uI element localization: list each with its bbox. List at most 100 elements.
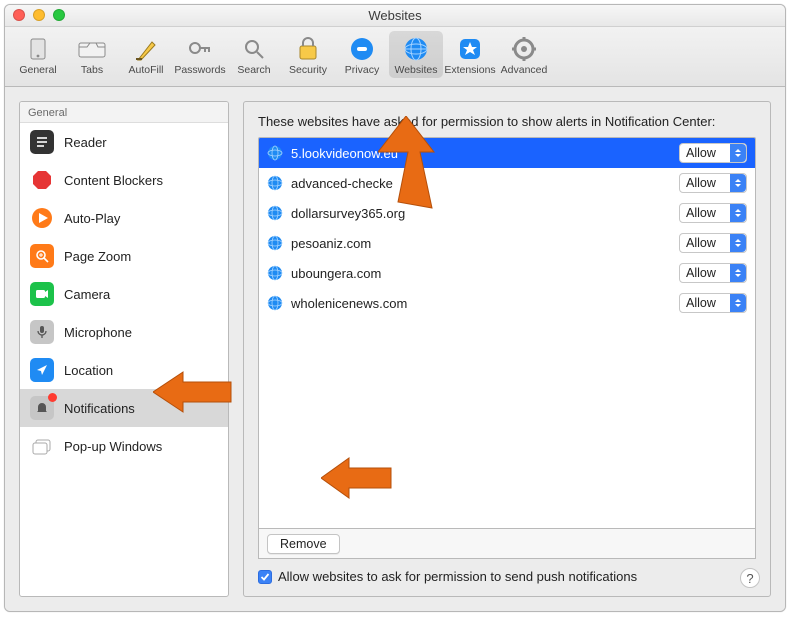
permission-select[interactable]: Allow bbox=[679, 233, 747, 253]
sidebar-group-header: General bbox=[20, 102, 228, 123]
globe-icon bbox=[267, 295, 283, 311]
tab-search[interactable]: Search bbox=[227, 31, 281, 78]
titlebar: Websites bbox=[5, 5, 785, 27]
sidebar-item-reader[interactable]: Reader bbox=[20, 123, 228, 161]
notification-badge-icon bbox=[48, 393, 57, 402]
sidebar-item-label: Pop-up Windows bbox=[64, 439, 162, 454]
dropdown-chevron-icon bbox=[730, 174, 746, 192]
allow-checkbox-label: Allow websites to ask for permission to … bbox=[278, 569, 637, 584]
sidebar-item-camera[interactable]: Camera bbox=[20, 275, 228, 313]
site-domain: 5.lookvideonow.eu bbox=[291, 146, 671, 161]
advanced-icon bbox=[509, 34, 539, 64]
tab-privacy[interactable]: Privacy bbox=[335, 31, 389, 78]
site-row[interactable]: uboungera.com Allow bbox=[259, 258, 755, 288]
panel-caption: These websites have asked for permission… bbox=[258, 114, 756, 129]
permission-select[interactable]: Allow bbox=[679, 203, 747, 223]
sidebar-item-label: Page Zoom bbox=[64, 249, 131, 264]
site-domain: advanced-checke bbox=[291, 176, 671, 191]
globe-icon bbox=[267, 145, 283, 161]
sidebar-item-notifications[interactable]: Notifications bbox=[20, 389, 228, 427]
site-domain: uboungera.com bbox=[291, 266, 671, 281]
tab-tabs[interactable]: Tabs bbox=[65, 31, 119, 78]
location-icon bbox=[30, 358, 54, 382]
reader-icon bbox=[30, 130, 54, 154]
tab-extensions[interactable]: Extensions bbox=[443, 31, 497, 78]
search-icon bbox=[239, 34, 269, 64]
tab-autofill[interactable]: AutoFill bbox=[119, 31, 173, 78]
tab-general[interactable]: General bbox=[11, 31, 65, 78]
sidebar-item-label: Microphone bbox=[64, 325, 132, 340]
site-row[interactable]: advanced-checke Allow bbox=[259, 168, 755, 198]
sidebar-item-microphone[interactable]: Microphone bbox=[20, 313, 228, 351]
permission-select[interactable]: Allow bbox=[679, 143, 747, 163]
permission-select[interactable]: Allow bbox=[679, 293, 747, 313]
notifications-icon bbox=[30, 396, 54, 420]
tab-advanced[interactable]: Advanced bbox=[497, 31, 551, 78]
site-row[interactable]: dollarsurvey365.org Allow bbox=[259, 198, 755, 228]
security-icon bbox=[293, 34, 323, 64]
tab-passwords[interactable]: Passwords bbox=[173, 31, 227, 78]
preferences-window: Websites General Tabs AutoFill bbox=[4, 4, 786, 612]
site-row[interactable]: wholenicenews.com Allow bbox=[259, 288, 755, 318]
site-domain: pesoaniz.com bbox=[291, 236, 671, 251]
sidebar: General Reader Content Blockers Auto-Pla… bbox=[19, 101, 229, 597]
window-controls bbox=[13, 9, 65, 21]
dropdown-chevron-icon bbox=[730, 264, 746, 282]
preferences-toolbar: General Tabs AutoFill Passwords bbox=[5, 27, 785, 87]
allow-checkbox-row[interactable]: Allow websites to ask for permission to … bbox=[258, 569, 756, 584]
allow-checkbox[interactable] bbox=[258, 570, 272, 584]
sidebar-item-content-blockers[interactable]: Content Blockers bbox=[20, 161, 228, 199]
popup-windows-icon bbox=[30, 434, 54, 458]
permission-value: Allow bbox=[686, 266, 716, 280]
zoom-window-button[interactable] bbox=[53, 9, 65, 21]
site-domain: wholenicenews.com bbox=[291, 296, 671, 311]
permission-value: Allow bbox=[686, 176, 716, 190]
content-blockers-icon bbox=[30, 168, 54, 192]
sidebar-item-popup-windows[interactable]: Pop-up Windows bbox=[20, 427, 228, 465]
site-row[interactable]: pesoaniz.com Allow bbox=[259, 228, 755, 258]
list-bottom-bar: Remove bbox=[258, 529, 756, 559]
permission-select[interactable]: Allow bbox=[679, 173, 747, 193]
globe-icon bbox=[267, 175, 283, 191]
dropdown-chevron-icon bbox=[730, 144, 746, 162]
site-list: 5.lookvideonow.eu Allow advanced-checke All… bbox=[258, 137, 756, 529]
extensions-icon bbox=[455, 34, 485, 64]
sidebar-item-label: Content Blockers bbox=[64, 173, 163, 188]
permission-value: Allow bbox=[686, 206, 716, 220]
microphone-icon bbox=[30, 320, 54, 344]
globe-icon bbox=[267, 205, 283, 221]
sidebar-item-label: Location bbox=[64, 363, 113, 378]
minimize-window-button[interactable] bbox=[33, 9, 45, 21]
tab-security[interactable]: Security bbox=[281, 31, 335, 78]
privacy-icon bbox=[347, 34, 377, 64]
help-button[interactable]: ? bbox=[740, 568, 760, 588]
auto-play-icon bbox=[30, 206, 54, 230]
sidebar-item-page-zoom[interactable]: Page Zoom bbox=[20, 237, 228, 275]
dropdown-chevron-icon bbox=[730, 294, 746, 312]
permission-value: Allow bbox=[686, 296, 716, 310]
window-title: Websites bbox=[368, 8, 421, 23]
site-row[interactable]: 5.lookvideonow.eu Allow bbox=[259, 138, 755, 168]
tabs-icon bbox=[77, 34, 107, 64]
content-area: General Reader Content Blockers Auto-Pla… bbox=[5, 87, 785, 611]
site-domain: dollarsurvey365.org bbox=[291, 206, 671, 221]
sidebar-item-auto-play[interactable]: Auto-Play bbox=[20, 199, 228, 237]
general-icon bbox=[23, 34, 53, 64]
permission-value: Allow bbox=[686, 146, 716, 160]
page-zoom-icon bbox=[30, 244, 54, 268]
remove-button[interactable]: Remove bbox=[267, 534, 340, 554]
sidebar-item-label: Reader bbox=[64, 135, 107, 150]
sidebar-item-location[interactable]: Location bbox=[20, 351, 228, 389]
main-panel: These websites have asked for permission… bbox=[243, 101, 771, 597]
camera-icon bbox=[30, 282, 54, 306]
permission-select[interactable]: Allow bbox=[679, 263, 747, 283]
dropdown-chevron-icon bbox=[730, 234, 746, 252]
permission-value: Allow bbox=[686, 236, 716, 250]
sidebar-item-label: Camera bbox=[64, 287, 110, 302]
tab-websites[interactable]: Websites bbox=[389, 31, 443, 78]
close-window-button[interactable] bbox=[13, 9, 25, 21]
sidebar-item-label: Auto-Play bbox=[64, 211, 120, 226]
websites-icon bbox=[401, 34, 431, 64]
sidebar-item-label: Notifications bbox=[64, 401, 135, 416]
passwords-icon bbox=[185, 34, 215, 64]
